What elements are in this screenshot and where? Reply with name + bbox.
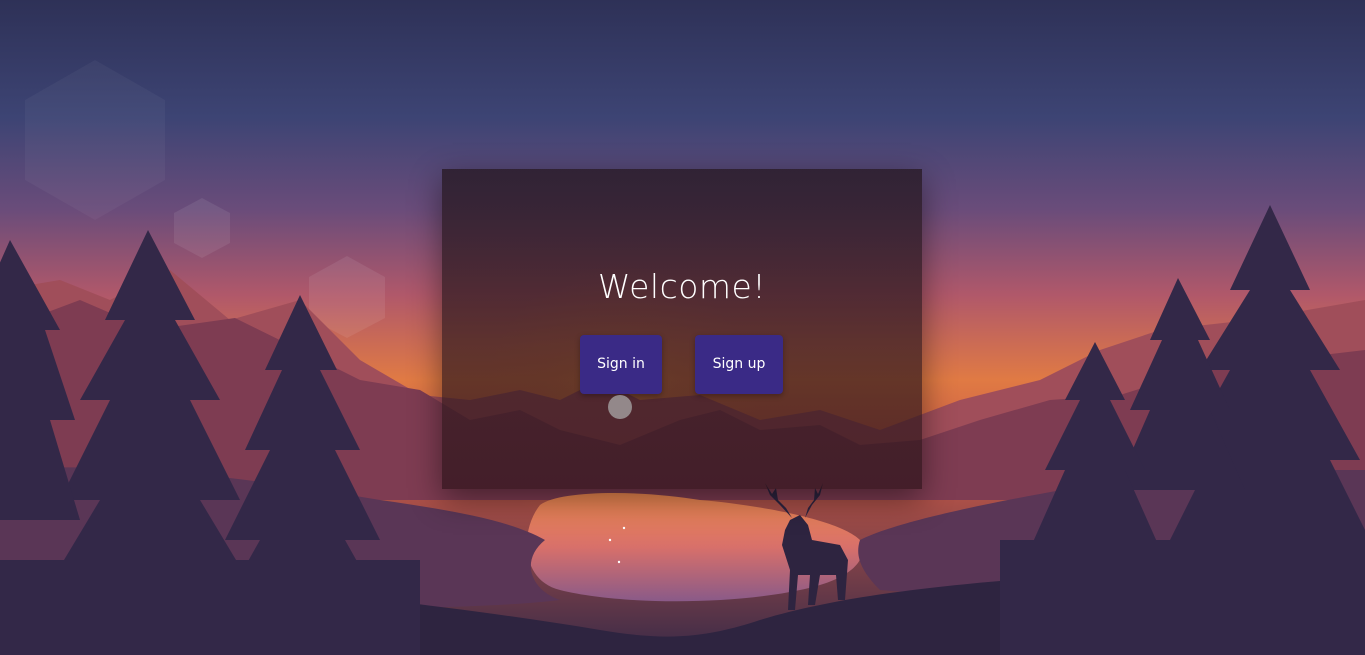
sign-up-button[interactable]: Sign up bbox=[695, 335, 783, 394]
sparkle bbox=[617, 560, 621, 564]
sparkle bbox=[622, 526, 626, 530]
cursor-indicator bbox=[608, 395, 632, 419]
welcome-card: Welcome! Sign in Sign up bbox=[442, 169, 922, 489]
sparkle bbox=[608, 538, 612, 542]
sign-in-button[interactable]: Sign in bbox=[580, 335, 662, 394]
welcome-title: Welcome! bbox=[597, 267, 767, 306]
